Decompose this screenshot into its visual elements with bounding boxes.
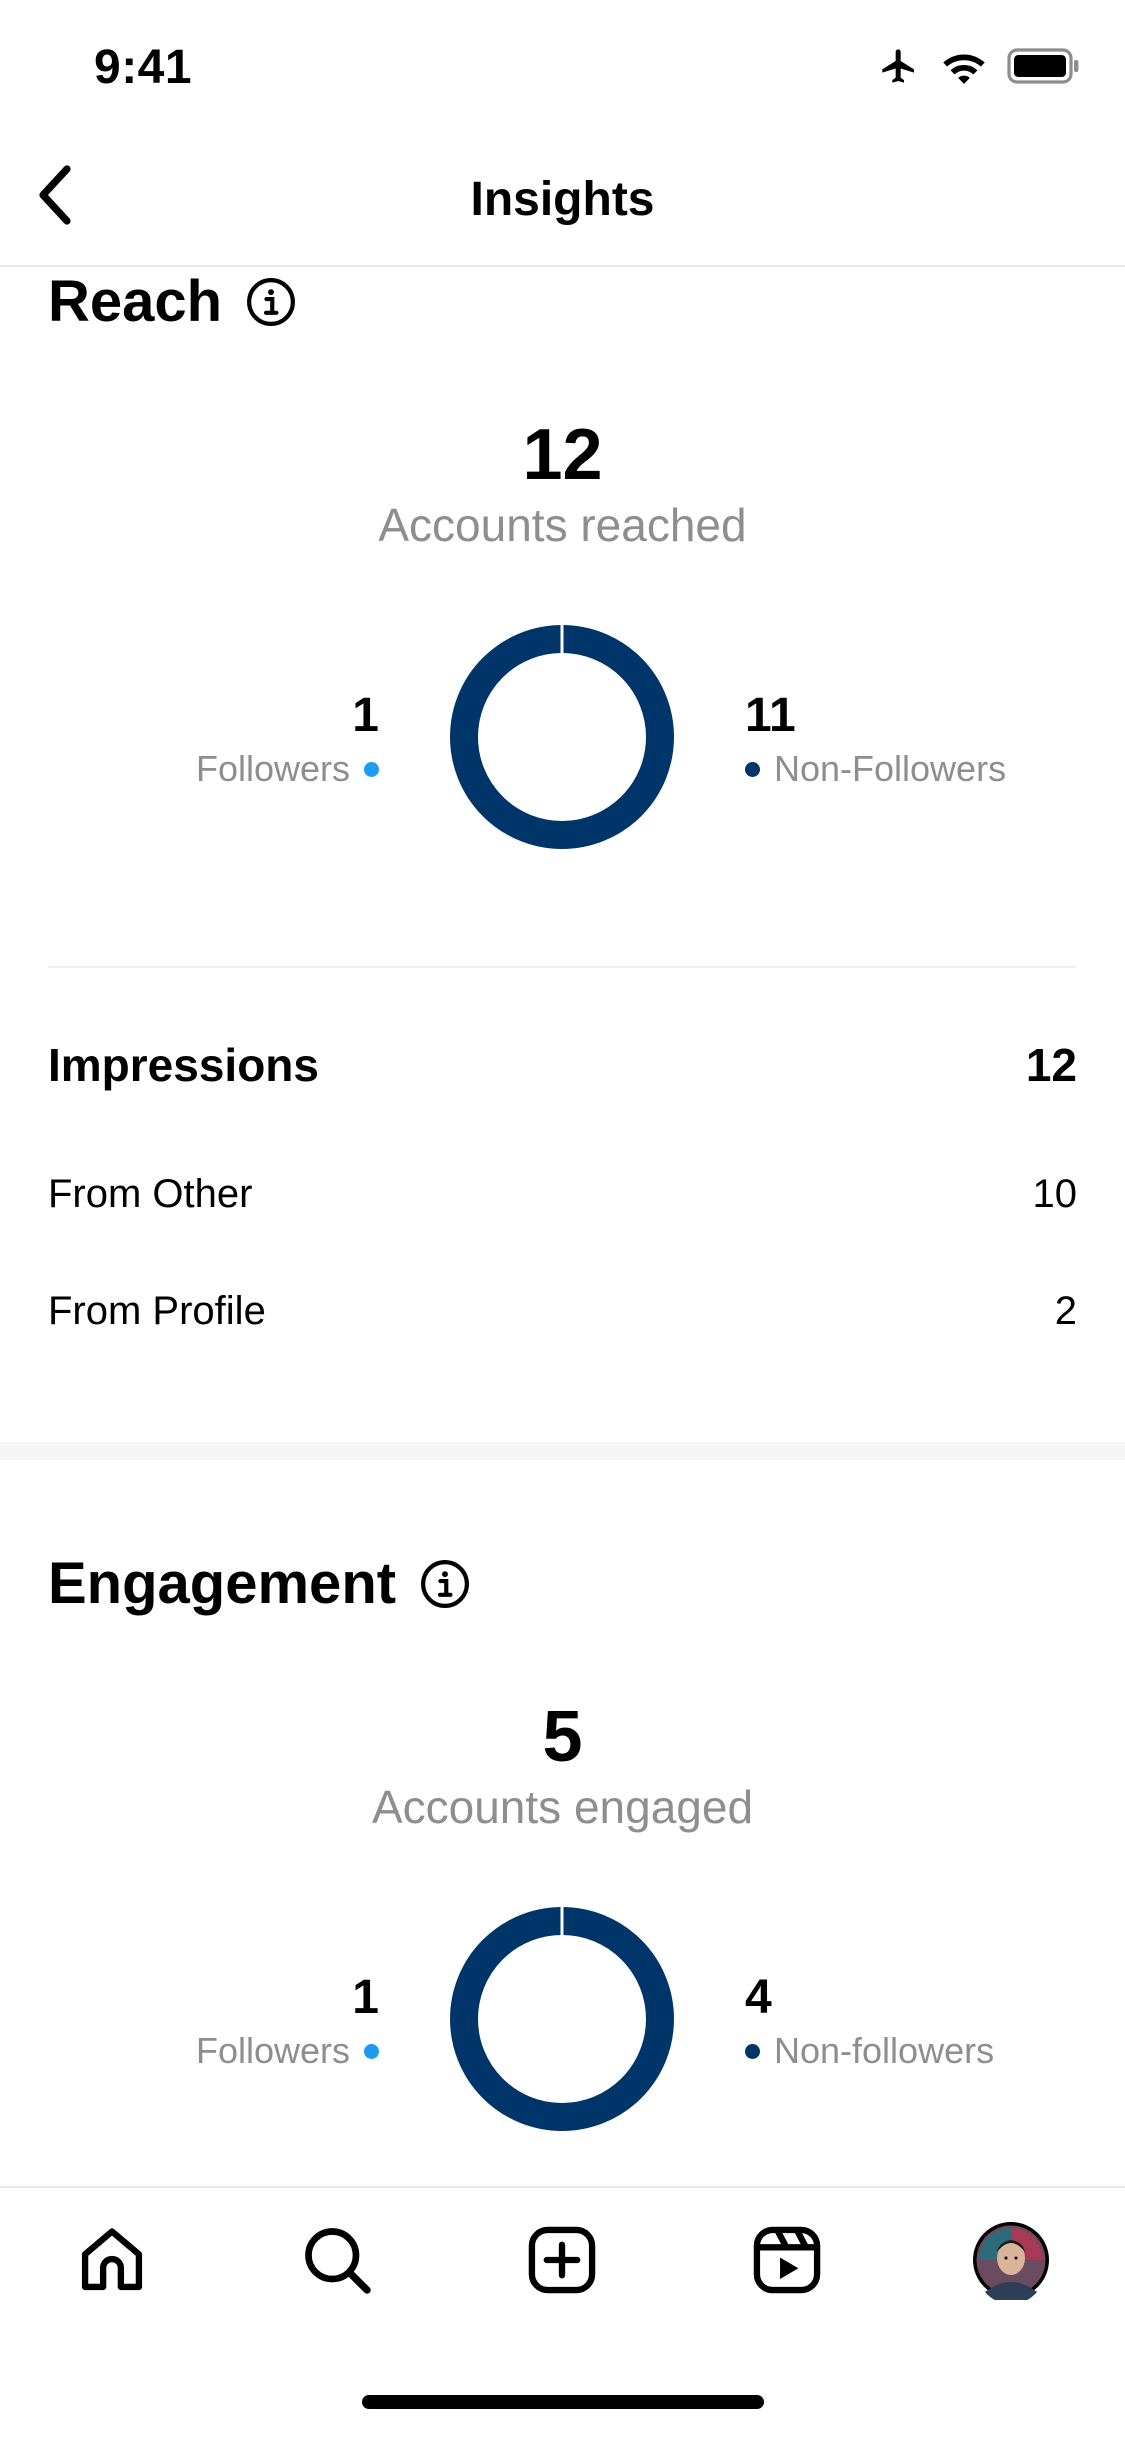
create-post-icon bbox=[528, 2226, 596, 2294]
impressions-row-label: From Profile bbox=[48, 1289, 266, 1333]
search-icon bbox=[305, 2228, 371, 2294]
reach-donut-chart bbox=[450, 624, 674, 849]
non-followers-dot bbox=[745, 2043, 760, 2059]
reach-non-followers-label: Non-Followers bbox=[774, 748, 1007, 789]
info-icon[interactable] bbox=[420, 1559, 470, 1609]
engagement-title: Engagement bbox=[48, 1551, 397, 1616]
divider bbox=[48, 966, 1077, 968]
reach-total: 12 bbox=[522, 415, 603, 495]
engagement-total: 5 bbox=[542, 1697, 583, 1777]
tab-reels[interactable] bbox=[747, 2220, 827, 2300]
reels-icon bbox=[753, 2226, 821, 2294]
section-separator bbox=[0, 1442, 1125, 1460]
airplane-icon bbox=[882, 49, 914, 83]
followers-dot bbox=[364, 761, 379, 777]
reach-followers-label: Followers bbox=[195, 748, 350, 789]
tab-create[interactable] bbox=[522, 2220, 602, 2300]
engagement-donut-chart bbox=[450, 1906, 674, 2131]
reach-followers-value: 1 bbox=[352, 689, 379, 742]
reach-heading: Reach bbox=[48, 268, 296, 335]
battery-icon bbox=[1007, 48, 1079, 84]
engagement-heading: Engagement bbox=[48, 1550, 470, 1617]
impressions-total: 12 bbox=[1025, 1039, 1077, 1091]
tab-profile[interactable] bbox=[971, 2220, 1051, 2300]
info-icon[interactable] bbox=[246, 277, 296, 327]
reach-followers-legend: Followers bbox=[196, 748, 379, 790]
reach-title: Reach bbox=[48, 269, 223, 334]
engagement-followers-label: Followers bbox=[195, 2030, 350, 2071]
reach-non-followers-legend: Non-Followers bbox=[745, 748, 1006, 790]
reach-total-label: Accounts reached bbox=[378, 499, 747, 551]
impressions-row-label: From Other bbox=[48, 1172, 253, 1216]
wifi-icon bbox=[943, 54, 985, 84]
non-followers-segment bbox=[450, 625, 674, 849]
reach-non-followers-value: 11 bbox=[745, 689, 796, 742]
engagement-followers-legend: Followers bbox=[196, 2030, 379, 2072]
status-icons bbox=[877, 46, 1081, 86]
engagement-non-followers-legend: Non-followers bbox=[745, 2030, 994, 2072]
home-icon bbox=[81, 2228, 143, 2291]
status-time: 9:41 bbox=[94, 41, 193, 94]
tab-home[interactable] bbox=[72, 2220, 152, 2300]
engagement-non-followers-label: Non-followers bbox=[774, 2030, 995, 2071]
impressions-row-value: 2 bbox=[1054, 1289, 1077, 1333]
engagement-total-label: Accounts engaged bbox=[371, 1781, 754, 1833]
tab-search[interactable] bbox=[297, 2220, 377, 2300]
impressions-row-value: 10 bbox=[1032, 1172, 1078, 1216]
non-followers-dot bbox=[745, 761, 760, 777]
engagement-followers-value: 1 bbox=[352, 1971, 379, 2024]
engagement-non-followers-value: 4 bbox=[745, 1971, 772, 2024]
non-followers-segment bbox=[450, 1907, 674, 2131]
home-indicator bbox=[362, 2395, 764, 2409]
profile-avatar bbox=[973, 2222, 1049, 2300]
followers-dot bbox=[364, 2043, 379, 2059]
impressions-title: Impressions bbox=[48, 1039, 319, 1091]
page-title: Insights bbox=[470, 173, 655, 226]
